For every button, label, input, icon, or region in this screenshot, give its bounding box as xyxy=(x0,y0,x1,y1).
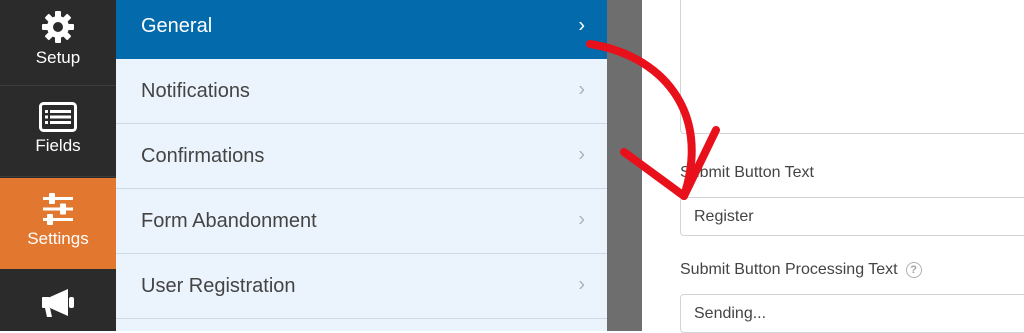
chevron-right-icon: › xyxy=(578,208,585,231)
menu-item-confirmations[interactable]: Confirmations › xyxy=(116,124,607,189)
processing-text-label-row: Submit Button Processing Text? xyxy=(680,261,922,279)
menu-item-user-registration[interactable]: User Registration › xyxy=(116,254,607,319)
settings-content: Submit Button Text Register Submit Butto… xyxy=(642,0,1024,333)
megaphone-icon xyxy=(42,289,74,317)
fields-list-icon xyxy=(39,102,77,132)
processing-text-input[interactable]: Sending... xyxy=(680,294,1024,333)
sidebar-item-label: Setup xyxy=(35,48,81,67)
builder-sidebar: Setup Fields Settings xyxy=(0,0,116,331)
menu-item-label: Confirmations xyxy=(141,144,265,167)
gear-icon xyxy=(42,11,74,43)
menu-item-form-abandonment[interactable]: Form Abandonment › xyxy=(116,189,607,254)
sidebar-item-label: Settings xyxy=(27,229,89,248)
sidebar-item-label: Fields xyxy=(35,136,81,155)
chevron-right-icon: › xyxy=(578,143,585,166)
processing-text-label: Submit Button Processing Text xyxy=(680,261,898,278)
sidebar-item-marketing[interactable] xyxy=(0,271,116,331)
settings-menu: General › Notifications › Confirmations … xyxy=(116,0,607,331)
menu-item-label: Notifications xyxy=(141,79,250,102)
menu-item-general[interactable]: General › xyxy=(116,0,607,59)
submit-button-text-input[interactable]: Register xyxy=(680,197,1024,236)
menu-item-label: General xyxy=(141,15,213,37)
submit-button-text-label: Submit Button Text xyxy=(680,164,814,181)
chevron-right-icon: › xyxy=(578,78,585,101)
help-icon[interactable]: ? xyxy=(905,262,922,278)
sidebar-divider xyxy=(0,176,116,177)
chevron-right-icon: › xyxy=(578,273,585,296)
chevron-right-icon: › xyxy=(578,13,585,36)
textarea-field[interactable] xyxy=(680,0,1024,134)
sidebar-item-setup[interactable]: Setup xyxy=(0,0,116,85)
sidebar-item-fields[interactable]: Fields xyxy=(0,86,116,176)
menu-item-notifications[interactable]: Notifications › xyxy=(116,59,607,124)
menu-item-label: Form Abandonment xyxy=(141,209,317,232)
sliders-icon xyxy=(43,193,73,225)
menu-item-label: User Registration xyxy=(141,274,296,297)
sidebar-item-settings[interactable]: Settings xyxy=(0,178,116,269)
panel-gutter xyxy=(607,0,642,331)
